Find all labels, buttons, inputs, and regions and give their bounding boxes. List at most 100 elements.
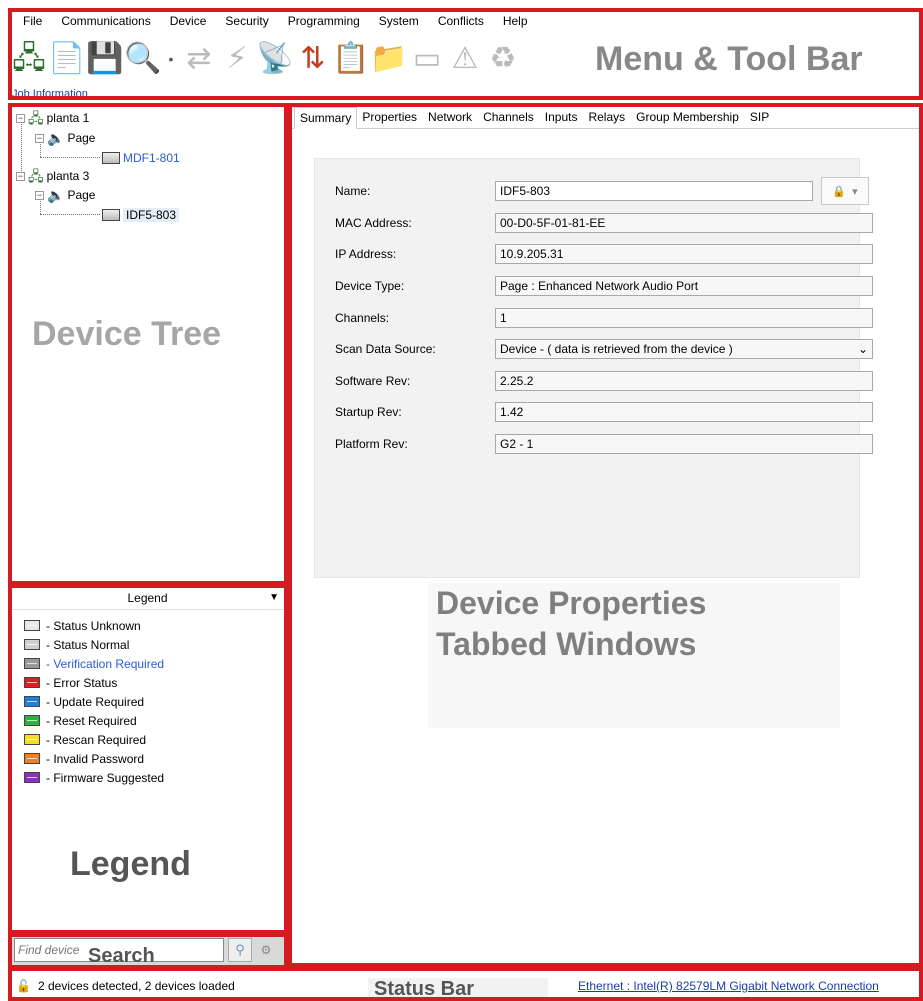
legend-item-label: - Firmware Suggested bbox=[46, 770, 165, 785]
device-status-icon bbox=[102, 152, 120, 164]
clipboard-icon[interactable]: 📋 bbox=[332, 37, 370, 81]
network-computer-icon: 🖧 bbox=[28, 168, 44, 184]
tree-connector bbox=[40, 157, 100, 158]
legend-item: - Firmware Suggested bbox=[24, 768, 285, 787]
dropdown-arrow-icon[interactable]: • bbox=[162, 37, 180, 81]
tab-group-membership[interactable]: Group Membership bbox=[630, 106, 745, 128]
name-row: Name: IDF5-803 🔒 ▾ bbox=[335, 177, 875, 205]
menu-help[interactable]: Help bbox=[490, 10, 534, 30]
tab-sip[interactable]: SIP bbox=[744, 106, 775, 128]
summary-card: Name: IDF5-803 🔒 ▾ MAC Address: 00-D0-5F-… bbox=[314, 158, 873, 578]
mac-row: MAC Address: 00-D0-5F-01-81-EE bbox=[335, 213, 875, 233]
mac-label: MAC Address: bbox=[335, 216, 412, 230]
status-swatch bbox=[24, 639, 40, 650]
name-field[interactable]: IDF5-803 bbox=[495, 181, 813, 201]
speaker-icon: 🔈 bbox=[47, 187, 65, 203]
network-computer-icon[interactable]: 🖧 bbox=[10, 37, 48, 81]
tree-node-idf5-803[interactable]: IDF5-803 bbox=[102, 206, 180, 224]
tab-summary[interactable]: Summary bbox=[294, 107, 358, 129]
device-status-icon bbox=[102, 209, 120, 221]
tree-node-label: MDF1-801 bbox=[123, 151, 180, 165]
chevron-down-icon[interactable]: ▼ bbox=[269, 592, 279, 603]
legend-item-label: - Rescan Required bbox=[46, 732, 147, 747]
annotation-legend: Legend bbox=[70, 845, 191, 883]
search-device-icon[interactable]: 🔍 bbox=[124, 37, 162, 81]
chevron-down-icon: ▾ bbox=[852, 185, 858, 198]
tab-network[interactable]: Network bbox=[422, 106, 478, 128]
transfer-icon[interactable]: ⇅ bbox=[294, 37, 332, 81]
annotation-menu-toolbar: Menu & Tool Bar bbox=[595, 40, 863, 78]
warning-icon[interactable]: ⚠ bbox=[446, 37, 484, 81]
tab-properties[interactable]: Properties bbox=[356, 106, 423, 128]
legend-list: - Status Unknown - Status Normal - Verif… bbox=[10, 610, 285, 787]
scan-source-select[interactable]: Device - ( data is retrieved from the de… bbox=[495, 339, 873, 359]
device-type-row: Device Type: Page : Enhanced Network Aud… bbox=[335, 276, 875, 296]
platform-rev-field: G2 - 1 bbox=[495, 434, 873, 454]
legend-item: - Status Unknown bbox=[24, 616, 285, 635]
folder-icon[interactable]: 📁 bbox=[370, 37, 408, 81]
chevron-down-icon: ⌄ bbox=[857, 342, 868, 356]
legend-item: - Update Required bbox=[24, 692, 285, 711]
status-swatch bbox=[24, 696, 40, 707]
lock-icon: 🔒 bbox=[832, 185, 847, 198]
tree-node-page[interactable]: − 🔈 Page bbox=[35, 186, 95, 204]
startup-rev-row: Startup Rev: 1.42 bbox=[335, 402, 875, 422]
legend-item: - Reset Required bbox=[24, 711, 285, 730]
tab-relays[interactable]: Relays bbox=[582, 106, 631, 128]
tab-channels[interactable]: Channels bbox=[477, 106, 540, 128]
legend-item: - Status Normal bbox=[24, 635, 285, 654]
software-rev-label: Software Rev: bbox=[335, 374, 411, 388]
collapse-icon[interactable]: − bbox=[16, 171, 25, 181]
tree-node-label: planta 3 bbox=[46, 169, 90, 183]
tree-node-page[interactable]: − 🔈 Page bbox=[35, 129, 95, 147]
network-connection-link[interactable]: Ethernet : Intel(R) 82579LM Gigabit Netw… bbox=[578, 979, 879, 993]
software-rev-field: 2.25.2 bbox=[495, 371, 873, 391]
legend-title: Legend bbox=[127, 590, 168, 605]
display-icon[interactable]: ▭ bbox=[408, 37, 446, 81]
legend-item: - Rescan Required bbox=[24, 730, 285, 749]
connect-icon[interactable]: ⇄ bbox=[180, 37, 218, 81]
menu-programming[interactable]: Programming bbox=[275, 10, 366, 30]
device-properties-panel: Summary Properties Network Channels Inpu… bbox=[290, 105, 923, 965]
legend-item: - Error Status bbox=[24, 673, 285, 692]
collapse-icon[interactable]: − bbox=[35, 133, 44, 143]
antenna-icon[interactable]: 📡 bbox=[256, 37, 294, 81]
collapse-icon[interactable]: − bbox=[16, 113, 25, 123]
legend-header[interactable]: Legend ▼ bbox=[10, 586, 285, 610]
status-text: 2 devices detected, 2 devices loaded bbox=[38, 978, 235, 993]
legend-item-label: - Status Unknown bbox=[46, 618, 141, 633]
menu-conflicts[interactable]: Conflicts bbox=[425, 10, 490, 30]
tree-node-label: Page bbox=[67, 131, 96, 145]
tree-node-planta-3[interactable]: − 🖧 planta 3 bbox=[16, 167, 89, 185]
lock-button[interactable]: 🔒 ▾ bbox=[821, 177, 869, 205]
menu-communications[interactable]: Communications bbox=[48, 10, 156, 30]
recycle-icon[interactable]: ♻ bbox=[484, 37, 522, 81]
menu-system[interactable]: System bbox=[366, 10, 425, 30]
menu-file[interactable]: File bbox=[10, 10, 48, 30]
tree-node-mdf1-801[interactable]: MDF1-801 bbox=[102, 149, 180, 167]
ip-row: IP Address: 10.9.205.31 bbox=[335, 244, 875, 264]
name-label: Name: bbox=[335, 184, 371, 198]
legend-item-label: - Status Normal bbox=[46, 637, 130, 652]
startup-rev-field: 1.42 bbox=[495, 402, 873, 422]
device-type-field: Page : Enhanced Network Audio Port bbox=[495, 276, 873, 296]
menu-security[interactable]: Security bbox=[212, 10, 274, 30]
gear-icon[interactable]: ⚙ bbox=[256, 938, 276, 962]
tab-inputs[interactable]: Inputs bbox=[539, 106, 584, 128]
document-import-icon[interactable]: 📄 bbox=[48, 37, 86, 81]
tree-node-label: Page bbox=[67, 188, 96, 202]
ip-label: IP Address: bbox=[335, 247, 397, 261]
search-icon[interactable]: ⚲ bbox=[228, 938, 252, 962]
collapse-icon[interactable]: − bbox=[35, 190, 44, 200]
channels-row: Channels: 1 bbox=[335, 308, 875, 328]
menu-device[interactable]: Device bbox=[157, 10, 213, 30]
device-type-label: Device Type: bbox=[335, 279, 405, 293]
startup-rev-label: Startup Rev: bbox=[335, 405, 402, 419]
save-disk-icon[interactable]: 💾 bbox=[86, 37, 124, 81]
status-swatch bbox=[24, 772, 40, 783]
job-information-link[interactable]: Job Information bbox=[12, 88, 88, 100]
app-window: File Communications Device Security Prog… bbox=[0, 0, 923, 1001]
lightning-icon[interactable]: ⚡ bbox=[218, 37, 256, 81]
tree-node-planta-1[interactable]: − 🖧 planta 1 bbox=[16, 109, 89, 127]
annotation-search: Search bbox=[88, 945, 155, 967]
